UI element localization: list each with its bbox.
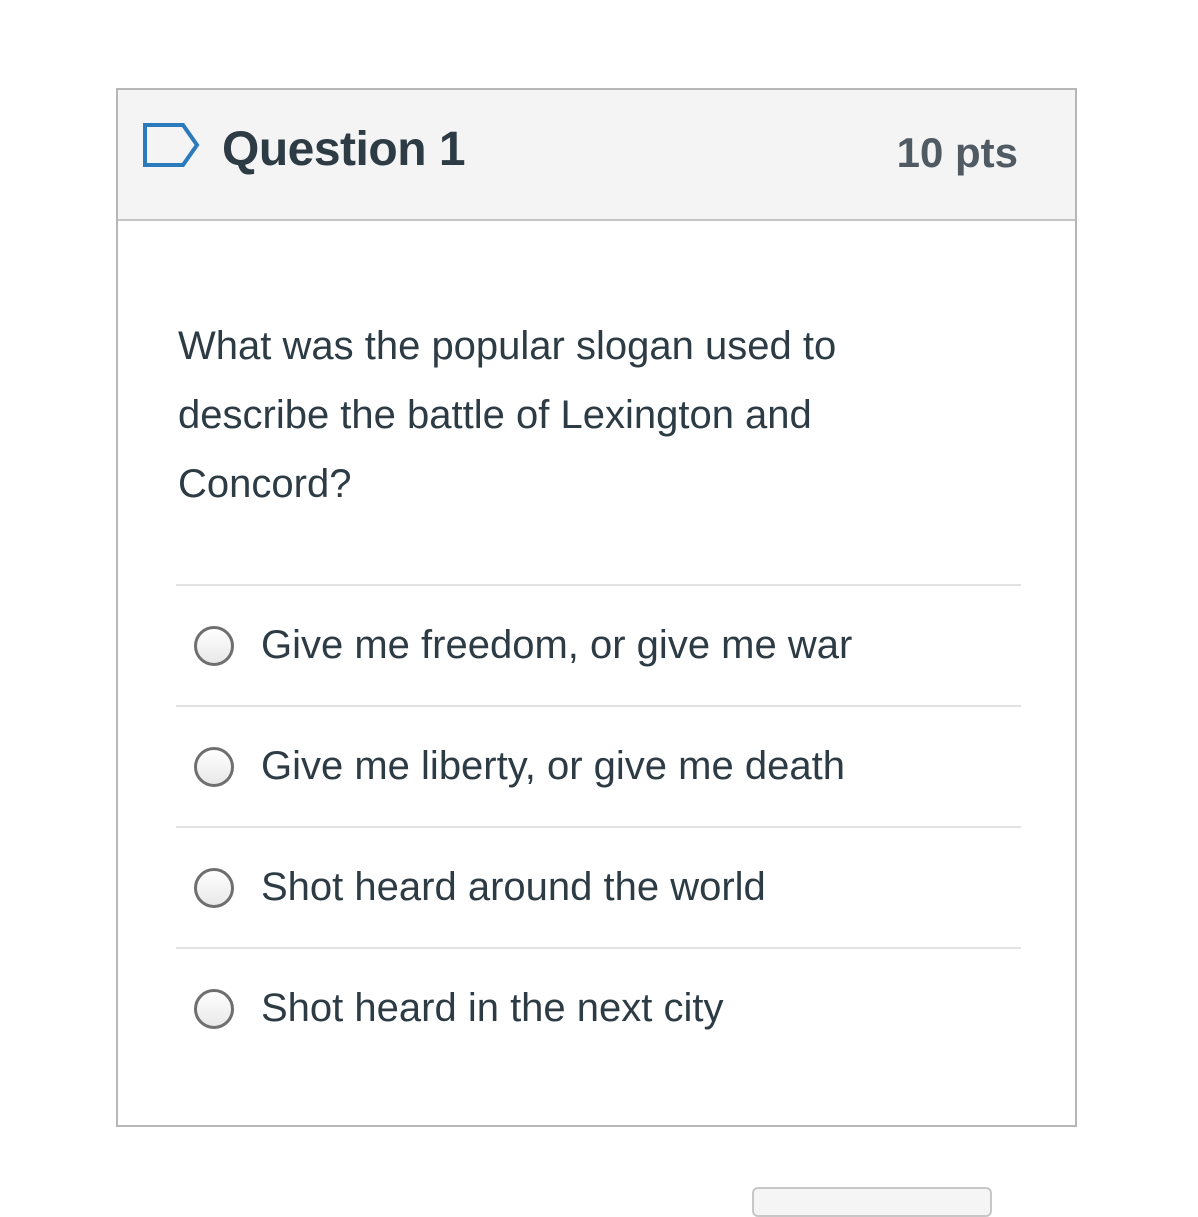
radio-button[interactable] (194, 626, 234, 666)
question-text: What was the popular slogan used to desc… (178, 324, 837, 506)
answer-label[interactable]: Shot heard around the world (261, 864, 766, 910)
answer-label[interactable]: Give me liberty, or give me death (261, 743, 845, 789)
answer-label[interactable]: Shot heard in the next city (261, 985, 724, 1031)
question-title: Question 1 (222, 123, 466, 176)
answer-option[interactable]: Give me liberty, or give me death (176, 705, 1021, 826)
question-header: Question 1 10 pts (118, 90, 1075, 221)
question-points: 10 pts (896, 129, 1018, 176)
answer-option[interactable]: Give me freedom, or give me war (176, 584, 1021, 705)
answer-option[interactable]: Shot heard in the next city (176, 947, 1021, 1068)
answer-option[interactable]: Shot heard around the world (176, 826, 1021, 947)
next-button[interactable] (752, 1187, 992, 1217)
answer-label[interactable]: Give me freedom, or give me war (261, 622, 852, 668)
radio-button[interactable] (194, 868, 234, 908)
answer-list: Give me freedom, or give me war Give me … (176, 584, 1021, 1068)
radio-button[interactable] (194, 989, 234, 1029)
flag-outline-icon[interactable] (142, 122, 200, 168)
radio-button[interactable] (194, 747, 234, 787)
question-card: Question 1 10 pts What was the popular s… (116, 88, 1077, 1127)
